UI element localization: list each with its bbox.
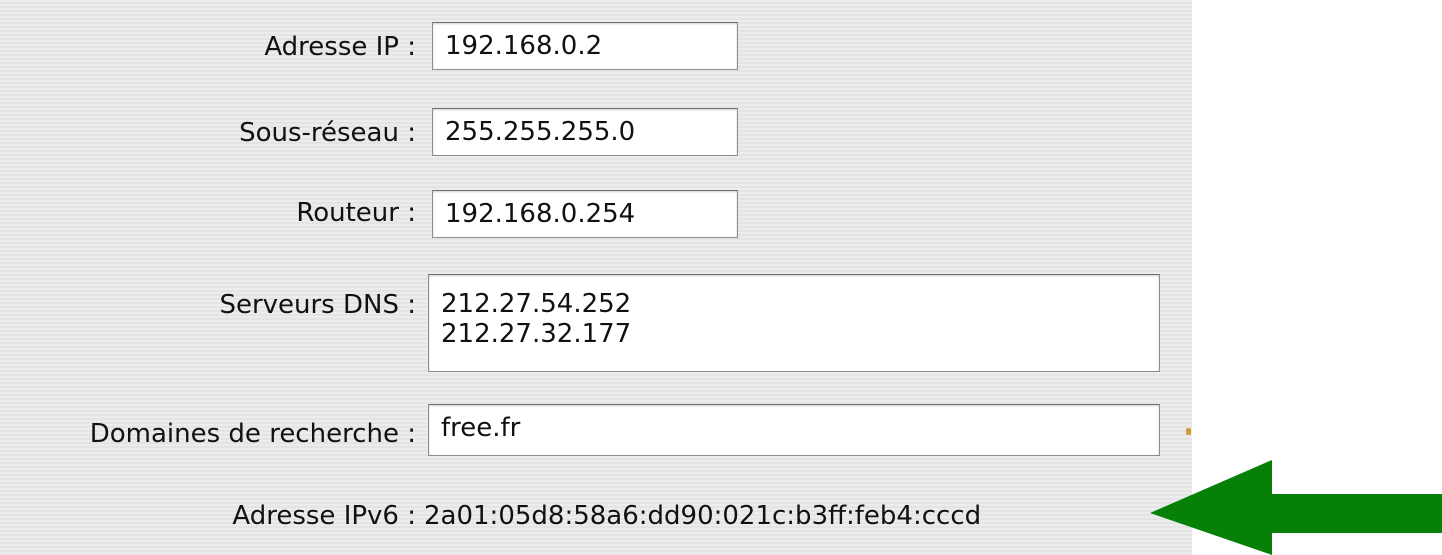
subnet-field[interactable]: 255.255.255.0 — [432, 108, 738, 156]
router-label: Routeur : — [296, 198, 416, 228]
arrow-shape — [1150, 460, 1442, 555]
ip-address-value: 192.168.0.2 — [445, 31, 603, 61]
ipv6-address-label: Adresse IPv6 : — [232, 501, 416, 531]
search-domains-value: free.fr — [441, 413, 521, 443]
dns-servers-field[interactable]: 212.27.54.252 212.27.32.177 — [428, 274, 1160, 372]
ip-address-field[interactable]: 192.168.0.2 — [432, 22, 738, 70]
ipv6-address-value: 2a01:05d8:58a6:dd90:021c:b3ff:feb4:cccd — [424, 501, 982, 531]
resize-indicator — [1186, 428, 1191, 435]
search-domains-field[interactable]: free.fr — [428, 404, 1160, 456]
subnet-label: Sous-réseau : — [239, 118, 416, 148]
router-value: 192.168.0.254 — [445, 199, 636, 229]
subnet-value: 255.255.255.0 — [445, 117, 636, 147]
dns-server-2: 212.27.32.177 — [441, 319, 632, 349]
search-domains-label: Domaines de recherche : — [89, 419, 416, 449]
ip-address-label: Adresse IP : — [264, 32, 416, 62]
router-field[interactable]: 192.168.0.254 — [432, 190, 738, 238]
dns-server-1: 212.27.54.252 — [441, 289, 632, 319]
dns-servers-label: Serveurs DNS : — [219, 290, 416, 320]
left-arrow-icon — [1150, 460, 1442, 555]
network-settings-panel: Adresse IP : 192.168.0.2 Sous-réseau : 2… — [0, 0, 1192, 555]
